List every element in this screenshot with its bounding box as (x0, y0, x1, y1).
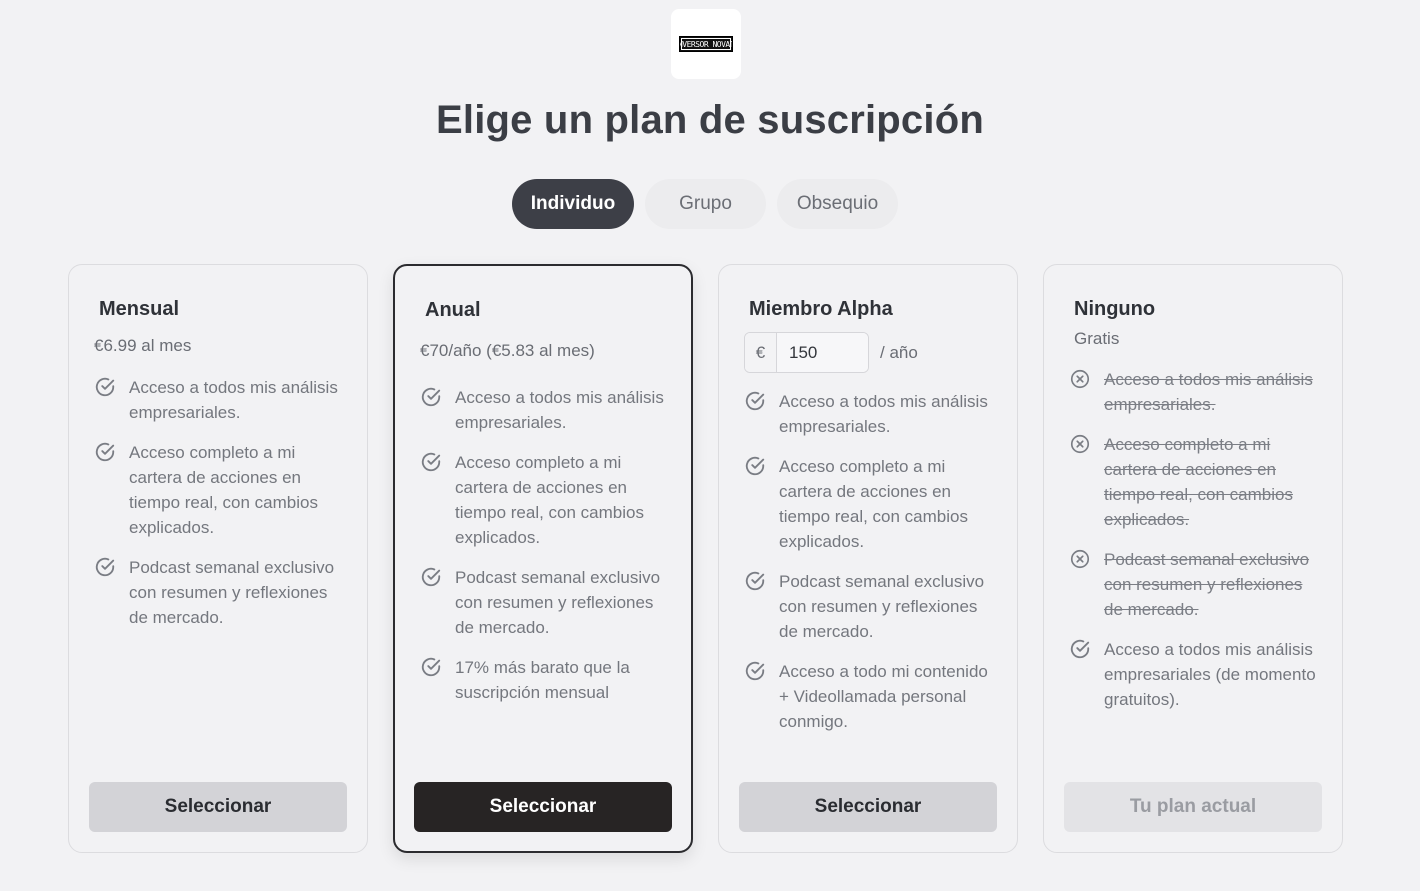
check-circle-icon (744, 660, 766, 682)
custom-price-input[interactable] (777, 333, 868, 372)
plan-name: Mensual (99, 298, 180, 320)
currency-prefix: € (745, 333, 777, 372)
check-circle-icon (420, 656, 442, 678)
x-circle-icon (1069, 368, 1091, 390)
feature-list: Acceso a todos mis análisis empresariale… (420, 385, 670, 720)
tab-individuo[interactable]: Individuo (512, 179, 634, 229)
select-button[interactable]: Seleccionar (739, 782, 997, 832)
feature-text: 17% más barato que la suscripción mensua… (455, 658, 630, 702)
x-circle-icon (1069, 548, 1091, 570)
check-circle-icon (420, 386, 442, 408)
feature-item: Acceso a todo mi contenido + Videollamad… (744, 659, 994, 734)
plan-card-anual[interactable]: Anual €70/año (€5.83 al mes) Acceso a to… (393, 264, 693, 853)
select-button[interactable]: Seleccionar (414, 782, 672, 832)
feature-text: Acceso a todos mis análisis empresariale… (129, 378, 338, 422)
feature-text: Podcast semanal exclusivo con resumen y … (129, 558, 335, 627)
tab-grupo[interactable]: Grupo (645, 179, 766, 229)
check-circle-icon (420, 566, 442, 588)
feature-text: Podcast semanal exclusivo con resumen y … (1104, 550, 1310, 619)
feature-item: Acceso completo a mi cartera de acciones… (94, 440, 344, 540)
check-circle-icon (420, 451, 442, 473)
select-button[interactable]: Seleccionar (89, 782, 347, 832)
check-circle-icon (744, 390, 766, 412)
custom-price-group: € (744, 332, 869, 373)
brand-logo: INVERSOR NOVATO (679, 36, 733, 52)
feature-item: Acceso a todos mis análisis empresariale… (1069, 637, 1319, 712)
current-plan-button[interactable]: Tu plan actual (1064, 782, 1322, 832)
plan-card-mensual[interactable]: Mensual €6.99 al mes Acceso a todos mis … (68, 264, 368, 853)
check-circle-icon (94, 556, 116, 578)
check-circle-icon (744, 570, 766, 592)
feature-list: Acceso a todos mis análisis empresariale… (1069, 367, 1319, 727)
feature-text: Acceso completo a mi cartera de acciones… (779, 457, 968, 551)
feature-text: Podcast semanal exclusivo con resumen y … (779, 572, 985, 641)
feature-text: Acceso a todos mis análisis empresariale… (779, 392, 988, 436)
check-circle-icon (94, 441, 116, 463)
feature-item: Podcast semanal exclusivo con resumen y … (744, 569, 994, 644)
feature-item: 17% más barato que la suscripción mensua… (420, 655, 670, 705)
feature-item: Podcast semanal exclusivo con resumen y … (94, 555, 344, 630)
check-circle-icon (94, 376, 116, 398)
feature-item: Acceso a todos mis análisis empresariale… (420, 385, 670, 435)
feature-item: Podcast semanal exclusivo con resumen y … (1069, 547, 1319, 622)
feature-item: Acceso a todos mis análisis empresariale… (1069, 367, 1319, 417)
feature-text: Acceso completo a mi cartera de acciones… (129, 443, 318, 537)
plan-card-miembro-alpha[interactable]: Miembro Alpha € / año Acceso a todos mis… (718, 264, 1018, 853)
feature-text: Acceso a todo mi contenido + Videollamad… (779, 662, 988, 731)
page-title: Elige un plan de suscripción (436, 98, 984, 142)
feature-text: Acceso a todos mis análisis empresariale… (1104, 370, 1313, 414)
plan-price: €6.99 al mes (94, 336, 192, 355)
feature-text: Acceso completo a mi cartera de acciones… (455, 453, 644, 547)
check-circle-icon (744, 455, 766, 477)
plan-name: Anual (425, 299, 481, 321)
price-period-label: / año (880, 342, 918, 362)
x-circle-icon (1069, 433, 1091, 455)
feature-text: Acceso a todos mis análisis empresariale… (455, 388, 664, 432)
feature-text: Acceso completo a mi cartera de acciones… (1104, 435, 1293, 529)
feature-item: Acceso completo a mi cartera de acciones… (1069, 432, 1319, 532)
tab-obsequio[interactable]: Obsequio (777, 179, 898, 229)
logo-container: INVERSOR NOVATO (671, 9, 741, 79)
check-circle-icon (1069, 638, 1091, 660)
custom-price-row: € / año (744, 332, 918, 373)
feature-text: Podcast semanal exclusivo con resumen y … (455, 568, 661, 637)
feature-text: Acceso a todos mis análisis empresariale… (1104, 640, 1316, 709)
plan-name: Miembro Alpha (749, 298, 893, 320)
plan-price: Gratis (1074, 329, 1120, 348)
plan-price: €70/año (€5.83 al mes) (420, 341, 595, 360)
feature-item: Acceso a todos mis análisis empresariale… (744, 389, 994, 439)
plan-name: Ninguno (1074, 298, 1156, 320)
feature-item: Acceso completo a mi cartera de acciones… (420, 450, 670, 550)
feature-list: Acceso a todos mis análisis empresariale… (94, 375, 344, 645)
feature-item: Podcast semanal exclusivo con resumen y … (420, 565, 670, 640)
feature-item: Acceso a todos mis análisis empresariale… (94, 375, 344, 425)
feature-list: Acceso a todos mis análisis empresariale… (744, 389, 994, 749)
feature-item: Acceso completo a mi cartera de acciones… (744, 454, 994, 554)
plan-card-ninguno[interactable]: Ninguno Gratis Acceso a todos mis anális… (1043, 264, 1343, 853)
